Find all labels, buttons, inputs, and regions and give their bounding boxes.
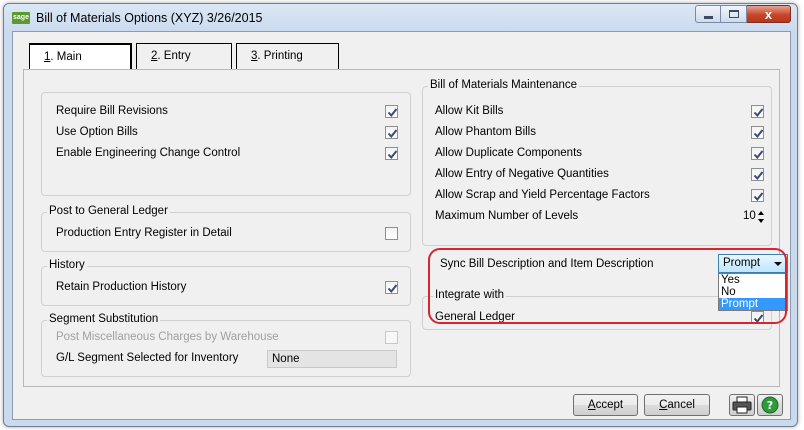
segment-substitution-group: Segment Substitution Post Miscellaneous …	[41, 313, 411, 377]
maximize-button[interactable]	[721, 5, 747, 23]
allow-scrap-yield-checkbox[interactable]	[751, 189, 764, 202]
tab-entry[interactable]: 2. Entry	[136, 43, 232, 69]
checkmark-icon	[753, 192, 764, 202]
checkmark-icon	[753, 150, 764, 160]
title-bar[interactable]: sage Bill of Materials Options (XYZ) 3/2…	[4, 4, 797, 32]
close-button[interactable]: x	[747, 5, 791, 23]
window-title: Bill of Materials Options (XYZ) 3/26/201…	[36, 11, 263, 25]
printer-icon	[732, 396, 752, 414]
cancel-button[interactable]: Cancel	[644, 394, 710, 416]
allow-kit-bills-checkbox[interactable]	[751, 105, 764, 118]
bom-maintenance-title: Bill of Materials Maintenance	[428, 79, 580, 91]
allow-duplicate-components-row: Allow Duplicate Components	[423, 145, 771, 163]
retain-production-history-row: Retain Production History	[42, 279, 410, 297]
allow-negative-quantities-checkbox[interactable]	[751, 168, 764, 181]
highlight-annotation	[428, 248, 787, 324]
engineering-change-control-checkbox[interactable]	[385, 147, 398, 160]
svg-text:?: ?	[767, 399, 773, 412]
history-group: History Retain Production History	[41, 259, 411, 306]
accept-button-label: ccept	[595, 399, 624, 411]
close-icon: x	[764, 7, 773, 22]
checkmark-icon	[387, 150, 398, 160]
production-entry-register-label: Production Entry Register in Detail	[56, 227, 232, 239]
require-bill-revisions-checkbox[interactable]	[385, 105, 398, 118]
allow-phantom-bills-row: Allow Phantom Bills	[423, 124, 771, 142]
max-levels-row: Maximum Number of Levels 10	[423, 208, 771, 226]
maximize-icon	[729, 10, 739, 18]
post-to-gl-title: Post to General Ledger	[47, 205, 170, 217]
dialog-body: 1. Main 2. Entry 3. Printing Require Bil…	[12, 31, 791, 420]
max-levels-value[interactable]: 10	[743, 210, 756, 222]
options-window: sage Bill of Materials Options (XYZ) 3/2…	[3, 3, 798, 427]
use-option-bills-row: Use Option Bills	[42, 124, 410, 142]
allow-kit-bills-row: Allow Kit Bills	[423, 103, 771, 121]
help-icon: ?	[761, 396, 779, 414]
allow-phantom-bills-checkbox[interactable]	[751, 126, 764, 139]
checkmark-icon	[387, 108, 398, 118]
spinner-arrows-icon[interactable]	[757, 210, 765, 224]
bom-maintenance-group: Bill of Materials Maintenance Allow Kit …	[422, 79, 772, 246]
engineering-change-control-row: Enable Engineering Change Control	[42, 145, 410, 163]
accept-button-key: A	[587, 399, 596, 411]
require-bill-revisions-row: Require Bill Revisions	[42, 103, 410, 121]
retain-production-history-checkbox[interactable]	[385, 281, 398, 294]
tab-printing-label: . Printing	[257, 50, 303, 62]
minimize-button[interactable]	[695, 5, 721, 23]
engineering-change-control-label: Enable Engineering Change Control	[56, 147, 241, 159]
retain-production-history-label: Retain Production History	[56, 281, 187, 293]
checkmark-icon	[753, 129, 764, 139]
history-title: History	[47, 259, 87, 271]
use-option-bills-checkbox[interactable]	[385, 126, 398, 139]
tab-main[interactable]: 1. Main	[29, 43, 132, 71]
use-option-bills-label: Use Option Bills	[56, 126, 138, 138]
allow-kit-bills-label: Allow Kit Bills	[435, 105, 504, 117]
minimize-icon	[704, 16, 713, 19]
allow-duplicate-components-label: Allow Duplicate Components	[435, 147, 583, 159]
sage-logo-icon: sage	[12, 12, 30, 24]
allow-scrap-yield-label: Allow Scrap and Yield Percentage Factors	[435, 189, 650, 201]
tab-main-label: . Main	[50, 51, 82, 63]
allow-negative-quantities-row: Allow Entry of Negative Quantities	[423, 166, 771, 184]
help-button[interactable]: ?	[757, 394, 783, 416]
require-bill-revisions-label: Require Bill Revisions	[56, 105, 168, 117]
post-misc-charges-row: Post Miscellaneous Charges by Warehouse	[42, 329, 410, 347]
main-tab-page: Require Bill Revisions Use Option Bills …	[23, 69, 788, 387]
tab-printing[interactable]: 3. Printing	[236, 43, 339, 69]
segment-substitution-title: Segment Substitution	[47, 313, 161, 325]
gl-segment-label: G/L Segment Selected for Inventory	[56, 352, 239, 364]
allow-duplicate-components-checkbox[interactable]	[751, 147, 764, 160]
checkmark-icon	[387, 284, 398, 294]
print-button[interactable]	[729, 394, 755, 416]
cancel-button-label: ancel	[667, 399, 695, 411]
tab-entry-label: . Entry	[157, 50, 191, 62]
max-levels-label: Maximum Number of Levels	[435, 210, 579, 222]
general-options-group: Require Bill Revisions Use Option Bills …	[41, 92, 411, 196]
production-entry-register-checkbox[interactable]	[385, 227, 398, 240]
post-to-gl-group: Post to General Ledger Production Entry …	[41, 205, 411, 252]
post-misc-charges-label: Post Miscellaneous Charges by Warehouse	[56, 331, 279, 343]
allow-negative-quantities-label: Allow Entry of Negative Quantities	[435, 168, 609, 180]
tab-strip: 1. Main 2. Entry 3. Printing	[29, 43, 343, 71]
gl-segment-field[interactable]: None	[267, 350, 397, 368]
accept-button[interactable]: Accept	[573, 394, 638, 416]
production-entry-register-row: Production Entry Register in Detail	[42, 225, 410, 243]
checkmark-icon	[753, 171, 764, 181]
window-controls: x	[695, 5, 791, 23]
allow-scrap-yield-row: Allow Scrap and Yield Percentage Factors	[423, 187, 771, 205]
allow-phantom-bills-label: Allow Phantom Bills	[435, 126, 536, 138]
checkmark-icon	[387, 129, 398, 139]
post-misc-charges-checkbox[interactable]	[385, 331, 398, 344]
checkmark-icon	[753, 108, 764, 118]
